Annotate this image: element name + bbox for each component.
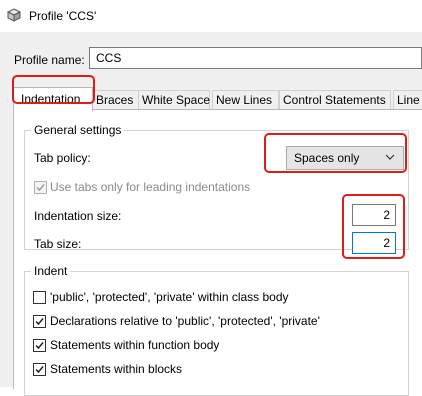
checkmark-icon: [35, 342, 44, 350]
title-bar: Profile 'CCS': [0, 0, 422, 32]
dialog-body: Profile name: CCS Indentation Braces Whi…: [0, 32, 422, 396]
tab-braces[interactable]: Braces: [92, 90, 140, 109]
indent-function-body-checkbox[interactable]: [33, 339, 46, 352]
tab-size-input[interactable]: 2: [352, 232, 396, 254]
general-settings-group: General settings Tab policy: Spaces only…: [24, 123, 409, 254]
tab-white-space[interactable]: White Space: [138, 90, 210, 109]
indentation-size-label: Indentation size:: [34, 209, 122, 223]
use-tabs-label: Use tabs only for leading indentations: [50, 180, 251, 194]
indent-blocks-label: Statements within blocks: [50, 362, 183, 376]
indent-class-body-checkbox[interactable]: [33, 291, 46, 304]
general-settings-title: General settings: [31, 123, 125, 137]
indentation-size-input[interactable]: 2: [352, 204, 396, 226]
indent-group: Indent 'public', 'protected', 'private' …: [24, 264, 409, 396]
checkmark-icon: [35, 318, 44, 326]
use-tabs-checkbox[interactable]: [34, 181, 47, 194]
profile-name-input[interactable]: CCS: [89, 47, 422, 69]
tab-size-label: Tab size:: [34, 237, 82, 251]
tab-control-statements[interactable]: Control Statements: [279, 90, 391, 109]
tab-policy-label: Tab policy:: [34, 151, 91, 165]
indent-declarations-label: Declarations relative to 'public', 'prot…: [50, 314, 320, 328]
indent-class-body-label: 'public', 'protected', 'private' within …: [50, 290, 289, 304]
indentation-panel: General settings Tab policy: Spaces only…: [13, 109, 422, 396]
tab-policy-select[interactable]: Spaces only: [286, 146, 404, 170]
tab-policy-value: Spaces only: [294, 151, 360, 165]
profile-name-label: Profile name:: [14, 53, 85, 67]
tab-bar: Indentation Braces White Space New Lines…: [13, 87, 422, 111]
checkmark-icon: [36, 184, 45, 192]
indent-blocks-checkbox[interactable]: [33, 363, 46, 376]
tab-new-lines[interactable]: New Lines: [212, 90, 279, 109]
indent-title: Indent: [31, 264, 71, 278]
window-title: Profile 'CCS': [29, 9, 97, 23]
chevron-down-icon: [385, 154, 395, 160]
app-cube-icon: [7, 8, 21, 22]
indent-declarations-checkbox[interactable]: [33, 315, 46, 328]
checkmark-icon: [35, 366, 44, 374]
tab-line[interactable]: Line: [393, 90, 422, 109]
tab-indentation[interactable]: Indentation: [13, 87, 93, 111]
indent-function-body-label: Statements within function body: [50, 338, 220, 352]
